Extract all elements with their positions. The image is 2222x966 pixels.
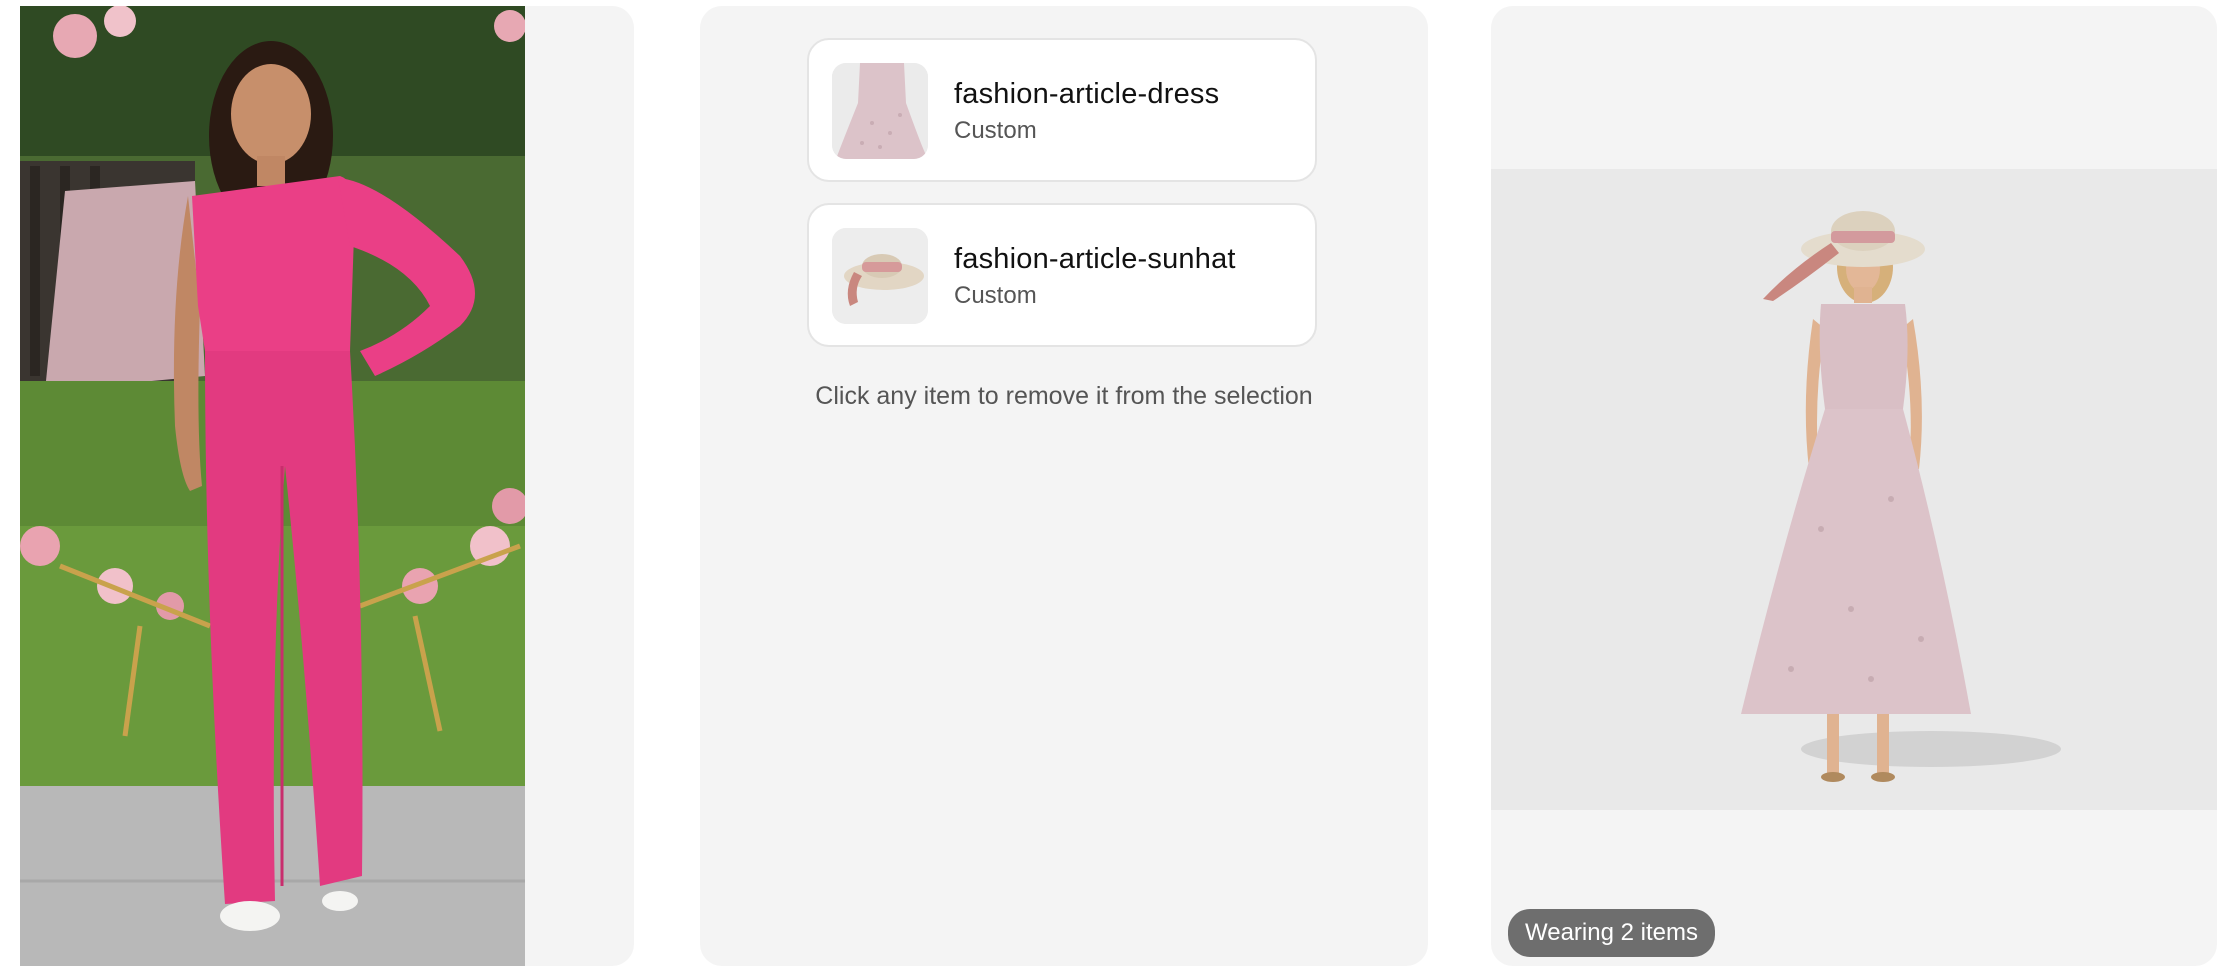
result-panel: Wearing 2 items (1491, 6, 2217, 966)
sunhat-thumbnail (832, 228, 928, 324)
selected-item-dress[interactable]: fashion-article-dress Custom (807, 38, 1317, 182)
selected-item-sunhat[interactable]: fashion-article-sunhat Custom (807, 203, 1317, 347)
item-name: fashion-article-sunhat (954, 243, 1236, 275)
dress-thumbnail (832, 63, 928, 159)
dress-icon (832, 63, 928, 159)
wearing-count-badge: Wearing 2 items (1508, 909, 1715, 957)
person-panel (20, 6, 634, 966)
item-name: fashion-article-dress (954, 78, 1220, 110)
remove-hint: Click any item to remove it from the sel… (815, 382, 1313, 410)
result-illustration (1491, 169, 2217, 810)
person-photo-illustration (20, 6, 525, 966)
item-source: Custom (954, 117, 1037, 144)
sunhat-icon (832, 228, 928, 324)
person-photo (20, 6, 525, 966)
selected-items-panel: fashion-article-dress Custom fashion-art… (700, 6, 1428, 966)
try-on-result-image (1491, 169, 2217, 810)
item-source: Custom (954, 282, 1037, 309)
